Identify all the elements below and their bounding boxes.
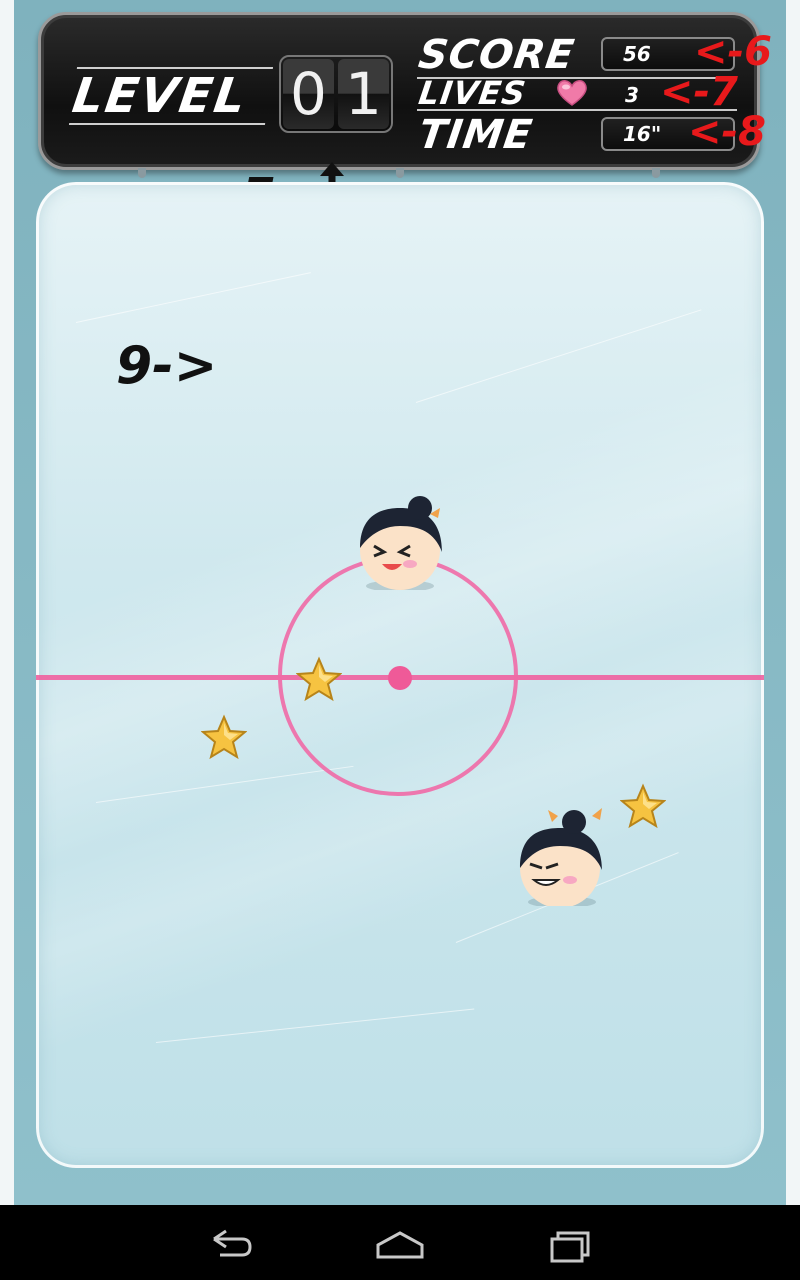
level-counter: 0 1 <box>279 55 393 133</box>
annotation-7: <-7 <box>660 69 738 115</box>
time-label: TIME <box>415 112 536 158</box>
left-border <box>0 0 14 1205</box>
right-border <box>786 0 800 1205</box>
lives-value: 3 <box>625 83 639 107</box>
annotation-8: <-8 <box>688 109 766 155</box>
star-icon[interactable] <box>296 656 342 702</box>
opponent-sumo-character[interactable] <box>354 490 450 590</box>
back-icon[interactable] <box>200 1225 260 1265</box>
star-icon[interactable] <box>620 783 666 829</box>
heart-icon <box>557 80 587 106</box>
home-icon[interactable] <box>370 1225 430 1265</box>
ice-scratch <box>95 765 354 803</box>
hud-panel: LEVEL 0 1 SCORE 56 LIVES 3 TIME 16" <box>38 12 760 170</box>
ice-rink <box>36 182 764 1168</box>
player-sumo-character[interactable] <box>512 806 608 906</box>
ice-scratch <box>415 309 702 403</box>
annotation-9: 9-> <box>116 336 218 396</box>
hud-peg <box>652 168 660 178</box>
lives-label: LIVES <box>416 74 529 112</box>
level-digit-ones: 1 <box>338 59 389 129</box>
level-label: LEVEL <box>69 67 277 125</box>
ice-scratch <box>155 1008 475 1043</box>
annotation-6: <-6 <box>694 29 772 75</box>
score-label: SCORE <box>415 32 578 78</box>
hud-peg <box>396 168 404 178</box>
star-icon[interactable] <box>201 714 247 760</box>
hud-peg <box>138 168 146 178</box>
ice-scratch <box>75 272 311 323</box>
level-digit-tens: 0 <box>283 59 334 129</box>
system-navigation-bar <box>0 1205 800 1280</box>
center-faceoff-dot <box>388 666 412 690</box>
recents-icon[interactable] <box>542 1225 602 1265</box>
